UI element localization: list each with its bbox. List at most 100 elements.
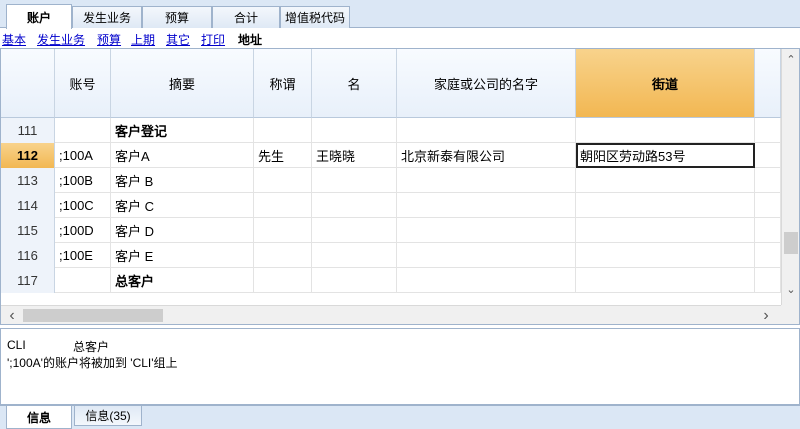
cell-first-name[interactable] xyxy=(312,268,397,293)
cell-extra[interactable] xyxy=(755,168,781,193)
cell-description[interactable]: 客户A xyxy=(111,143,254,168)
view-previous[interactable]: 上期 xyxy=(131,31,155,48)
scroll-right-icon[interactable]: › xyxy=(757,307,775,324)
cell-description[interactable]: 客户 E xyxy=(111,243,254,268)
row-number[interactable]: 112 xyxy=(1,143,55,168)
scroll-up-icon[interactable]: ⌃ xyxy=(782,51,799,67)
row-number[interactable]: 116 xyxy=(1,243,55,268)
cell-title[interactable] xyxy=(254,243,312,268)
cell-account[interactable] xyxy=(55,268,111,293)
column-header-title[interactable]: 称谓 xyxy=(254,49,312,118)
table-row[interactable]: 117 总客户 xyxy=(1,268,781,293)
cell-first-name[interactable] xyxy=(312,218,397,243)
view-selector: 基本 发生业务 预算 上期 其它 打印 地址 xyxy=(0,29,800,47)
cell-account[interactable] xyxy=(55,118,111,143)
cell-extra[interactable] xyxy=(755,118,781,143)
cell-title[interactable] xyxy=(254,118,312,143)
tab-transactions[interactable]: 发生业务 xyxy=(72,6,142,28)
cell-street[interactable] xyxy=(576,118,755,143)
cell-street[interactable] xyxy=(576,243,755,268)
cell-account[interactable]: ;100B xyxy=(55,168,111,193)
cell-description[interactable]: 客户 C xyxy=(111,193,254,218)
row-number[interactable]: 114 xyxy=(1,193,55,218)
accounts-table: 账号 摘要 称谓 名 家庭或公司的名字 街道 111 客户登记 112 ;100A 客户… xyxy=(0,48,800,325)
table-row[interactable]: 113 ;100B 客户 B xyxy=(1,168,781,193)
tab-accounts[interactable]: 账户 xyxy=(6,4,72,29)
view-basic[interactable]: 基本 xyxy=(2,31,26,48)
cell-first-name[interactable] xyxy=(312,118,397,143)
scrollbar-corner xyxy=(781,305,799,324)
cell-company[interactable] xyxy=(397,218,576,243)
view-budget[interactable]: 预算 xyxy=(97,31,121,48)
info-group-name: 总客户 xyxy=(73,340,110,354)
table-row[interactable]: 111 客户登记 xyxy=(1,118,781,143)
cell-first-name[interactable] xyxy=(312,243,397,268)
cell-company[interactable] xyxy=(397,268,576,293)
cell-account[interactable]: ;100C xyxy=(55,193,111,218)
cell-account[interactable]: ;100E xyxy=(55,243,111,268)
cell-first-name[interactable] xyxy=(312,168,397,193)
cell-company[interactable] xyxy=(397,168,576,193)
cell-street[interactable] xyxy=(576,218,755,243)
cell-description[interactable]: 总客户 xyxy=(111,268,254,293)
column-header-description[interactable]: 摘要 xyxy=(111,49,254,118)
cell-title[interactable] xyxy=(254,193,312,218)
cell-company[interactable] xyxy=(397,118,576,143)
cell-street[interactable] xyxy=(576,268,755,293)
row-number[interactable]: 111 xyxy=(1,118,55,143)
bottom-tab-info[interactable]: 信息 xyxy=(6,406,72,429)
tab-budget[interactable]: 预算 xyxy=(142,6,212,28)
tab-bar: 账户 发生业务 预算 合计 增值税代码 xyxy=(0,0,800,29)
row-number[interactable]: 113 xyxy=(1,168,55,193)
view-other[interactable]: 其它 xyxy=(166,31,190,48)
table-row[interactable]: 114 ;100C 客户 C xyxy=(1,193,781,218)
tab-vat-codes[interactable]: 增值税代码 xyxy=(280,6,350,28)
cell-title[interactable] xyxy=(254,268,312,293)
table-row[interactable]: 112 ;100A 客户A 先生 王晓晓 北京新泰有限公司 朝阳区劳动路53号 xyxy=(1,143,781,168)
cell-extra[interactable] xyxy=(755,143,781,168)
vertical-scroll-thumb[interactable] xyxy=(784,232,798,254)
cell-title[interactable]: 先生 xyxy=(254,143,312,168)
view-print[interactable]: 打印 xyxy=(201,31,225,48)
cell-title[interactable] xyxy=(254,218,312,243)
cell-street[interactable]: 朝阳区劳动路53号 xyxy=(576,143,755,168)
cell-company[interactable] xyxy=(397,193,576,218)
scroll-down-icon[interactable]: ⌄ xyxy=(782,281,799,297)
column-header-street[interactable]: 街道 xyxy=(576,49,755,118)
column-header-first-name[interactable]: 名 xyxy=(312,49,397,118)
cell-extra[interactable] xyxy=(755,218,781,243)
vertical-scrollbar[interactable]: ⌃ ⌄ xyxy=(781,49,799,306)
cell-extra[interactable] xyxy=(755,243,781,268)
cell-extra[interactable] xyxy=(755,268,781,293)
info-group-code: CLI xyxy=(7,338,26,352)
horizontal-scrollbar[interactable]: ‹ › xyxy=(1,305,781,324)
column-header-company[interactable]: 家庭或公司的名字 xyxy=(397,49,576,118)
table-row[interactable]: 116 ;100E 客户 E xyxy=(1,243,781,268)
info-panel: CLI 总客户 ';100A'的账户将被加到 'CLI'组上 xyxy=(0,328,800,405)
row-number-header xyxy=(1,49,55,118)
column-header-account[interactable]: 账号 xyxy=(55,49,111,118)
cell-street[interactable] xyxy=(576,193,755,218)
tab-totals[interactable]: 合计 xyxy=(212,6,280,28)
cell-account[interactable]: ;100D xyxy=(55,218,111,243)
cell-first-name[interactable] xyxy=(312,193,397,218)
view-address[interactable]: 地址 xyxy=(238,31,262,48)
cell-extra[interactable] xyxy=(755,193,781,218)
cell-account[interactable]: ;100A xyxy=(55,143,111,168)
cell-title[interactable] xyxy=(254,168,312,193)
cell-company[interactable]: 北京新泰有限公司 xyxy=(397,143,576,168)
cell-company[interactable] xyxy=(397,243,576,268)
view-transactions[interactable]: 发生业务 xyxy=(37,31,85,48)
row-number[interactable]: 117 xyxy=(1,268,55,293)
cell-first-name[interactable]: 王晓晓 xyxy=(312,143,397,168)
table-row[interactable]: 115 ;100D 客户 D xyxy=(1,218,781,243)
cell-description[interactable]: 客户登记 xyxy=(111,118,254,143)
horizontal-scroll-thumb[interactable] xyxy=(23,309,163,322)
cell-description[interactable]: 客户 B xyxy=(111,168,254,193)
cell-street[interactable] xyxy=(576,168,755,193)
cell-description[interactable]: 客户 D xyxy=(111,218,254,243)
bottom-tab-messages[interactable]: 信息(35) xyxy=(74,406,142,426)
row-number[interactable]: 115 xyxy=(1,218,55,243)
bottom-tab-bar: 信息 信息(35) xyxy=(0,405,800,429)
scroll-left-icon[interactable]: ‹ xyxy=(3,307,21,324)
